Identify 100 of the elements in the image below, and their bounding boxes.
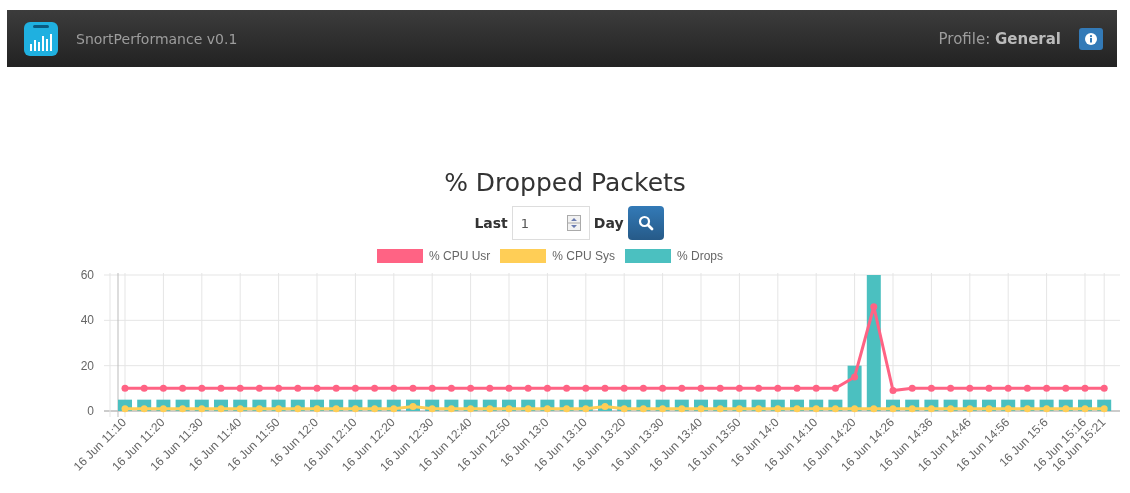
info-icon	[1085, 32, 1097, 45]
data-point	[966, 405, 974, 413]
data-point	[1004, 384, 1012, 392]
number-field[interactable]: 1	[511, 206, 590, 240]
data-point	[121, 384, 129, 392]
data-point	[236, 384, 244, 392]
data-point	[198, 405, 206, 413]
data-point	[409, 384, 417, 392]
data-point	[678, 384, 686, 392]
data-point	[639, 405, 647, 413]
data-point	[543, 384, 551, 392]
app-title[interactable]: SnortPerformance v0.1	[76, 30, 939, 47]
data-point	[582, 384, 590, 392]
data-point	[908, 405, 916, 413]
data-point	[851, 373, 859, 381]
info-button[interactable]	[1079, 27, 1103, 50]
data-point	[236, 405, 244, 413]
data-point	[159, 384, 167, 392]
data-point	[1062, 405, 1070, 413]
data-point	[908, 384, 916, 392]
data-point	[812, 405, 820, 413]
data-point	[447, 384, 455, 392]
data-point	[659, 405, 667, 413]
data-point	[428, 405, 436, 413]
page-heading: % Dropped Packets	[443, 167, 687, 199]
legend-label: % CPU Sys	[552, 249, 615, 263]
data-point	[1100, 405, 1108, 413]
data-point	[332, 384, 340, 392]
data-point	[947, 384, 955, 392]
data-point	[563, 384, 571, 392]
data-point	[601, 384, 609, 392]
data-point	[467, 384, 475, 392]
axis-label: 0	[87, 404, 94, 418]
data-point	[755, 405, 763, 413]
data-point	[140, 405, 148, 413]
data-point	[275, 384, 283, 392]
range-unit: Day	[593, 215, 624, 231]
data-point	[524, 405, 532, 413]
data-point	[620, 405, 628, 413]
data-point	[1004, 405, 1012, 413]
data-point	[659, 384, 667, 392]
data-point	[217, 405, 225, 413]
search-icon	[637, 215, 654, 231]
spinner-arrows-icon[interactable]	[566, 215, 581, 231]
data-point	[428, 384, 436, 392]
data-point	[1023, 405, 1031, 413]
data-point	[332, 405, 340, 413]
data-point	[275, 405, 283, 413]
data-point	[390, 405, 398, 413]
data-point	[793, 405, 801, 413]
data-point	[735, 384, 743, 392]
data-point	[735, 405, 743, 413]
data-point	[486, 405, 494, 413]
data-point	[985, 384, 993, 392]
data-point	[563, 405, 571, 413]
data-point	[294, 384, 302, 392]
data-point	[870, 303, 878, 311]
profile-label: Profile: General	[938, 29, 1061, 48]
data-point	[851, 405, 859, 413]
data-point	[793, 384, 801, 392]
data-point	[774, 405, 782, 413]
data-point	[1081, 405, 1089, 413]
data-point	[351, 384, 359, 392]
data-point	[371, 405, 379, 413]
data-point	[716, 384, 724, 392]
data-point	[255, 405, 263, 413]
data-point	[390, 384, 398, 392]
data-point	[889, 405, 897, 413]
data-point	[351, 405, 359, 413]
data-point	[678, 405, 686, 413]
data-point	[198, 384, 206, 392]
data-point	[985, 405, 993, 413]
axis-label: 40	[80, 313, 94, 328]
axis-label: 20	[80, 358, 94, 373]
data-point	[1023, 384, 1031, 392]
data-point	[371, 384, 379, 392]
search-button[interactable]	[627, 206, 664, 240]
data-point	[255, 384, 263, 392]
data-point	[140, 384, 148, 392]
data-point	[217, 384, 225, 392]
data-point	[697, 384, 705, 392]
data-point	[966, 384, 974, 392]
data-point	[1100, 384, 1108, 392]
data-point	[543, 405, 551, 413]
axis-label: 60	[80, 268, 94, 282]
data-point	[447, 405, 455, 413]
data-point	[467, 405, 475, 413]
data-point	[486, 384, 494, 392]
data-point	[639, 384, 647, 392]
data-point	[294, 405, 302, 413]
data-point	[1043, 405, 1051, 413]
data-point	[812, 384, 820, 392]
bar-chart-icon[interactable]	[24, 21, 58, 56]
data-point	[1081, 384, 1089, 392]
data-point	[1062, 384, 1070, 392]
data-point	[889, 387, 897, 395]
legend-label: % CPU Usr	[428, 249, 491, 263]
data-point	[1043, 384, 1051, 392]
data-point	[582, 405, 590, 413]
data-point	[179, 405, 187, 413]
